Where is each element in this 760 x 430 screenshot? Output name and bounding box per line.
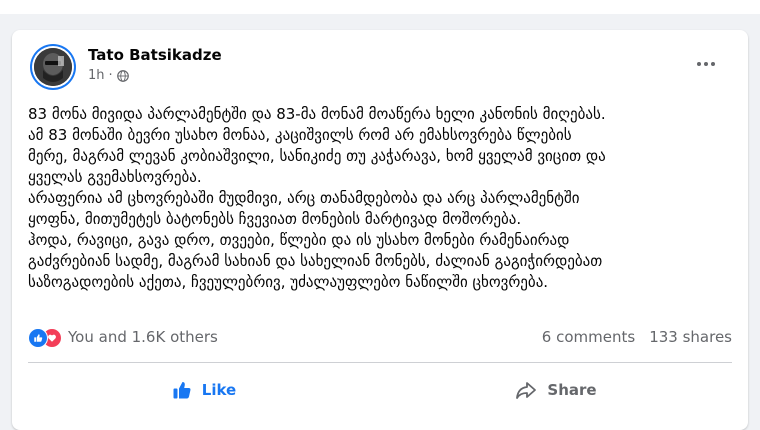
thumbs-up-icon: [173, 381, 191, 399]
post-header: Tato Batsikadze 1h ·: [30, 44, 730, 90]
post-line: მერე, მაგრამ ლევან კობიაშვილი, სანიკიძე …: [28, 147, 606, 165]
post-line: არაფერია ამ ცხოვრებაში მუდმივი, არც თანა…: [28, 189, 580, 207]
like-button[interactable]: Like: [28, 368, 380, 412]
profile-photo-icon: [34, 48, 72, 86]
more-options-button[interactable]: [690, 52, 722, 76]
meta-separator: ·: [108, 68, 113, 83]
like-reaction-icon: [28, 328, 48, 348]
avatar-photo: [34, 48, 72, 86]
share-button[interactable]: Share: [380, 368, 732, 412]
post-actions: Like Share: [28, 368, 732, 412]
dot-icon: [704, 62, 708, 66]
post-line: გაძვრებიან სადმე, მაგრამ სახიან და სახელ…: [28, 252, 603, 270]
like-label: Like: [201, 381, 237, 399]
post-line: 83 მონა მივიდა პარლამენტში და 83-მა მონა…: [28, 105, 606, 123]
reaction-summary[interactable]: You and 1.6K others: [68, 328, 218, 346]
share-label: Share: [547, 381, 597, 399]
globe-icon[interactable]: [116, 69, 129, 82]
comments-count[interactable]: 6 comments: [542, 328, 635, 346]
post-line: საზოგადოების აქეთა, ჩვეულებრივ, უძალაუფლ…: [28, 273, 549, 291]
post-line: ჰოდა, რავიცი, გავა დრო, თვეები, წლები და…: [28, 231, 570, 249]
avatar-ring: [32, 46, 74, 88]
post-line: ყველას გვემახსოვრება.: [28, 168, 202, 186]
post-line: ამ 83 მონაში ბევრი უსახო მონაა, კაციშვილ…: [28, 126, 572, 144]
dot-icon: [711, 62, 715, 66]
post-card: Tato Batsikadze 1h · 83 მონა მივიდა პარლ…: [12, 30, 748, 430]
post-meta: 1h ·: [88, 68, 129, 83]
reaction-icons[interactable]: [28, 328, 64, 348]
previous-post-edge: [0, 0, 760, 14]
author-name[interactable]: Tato Batsikadze: [88, 46, 222, 64]
avatar[interactable]: [30, 44, 76, 90]
shares-count[interactable]: 133 shares: [649, 328, 732, 346]
post-time[interactable]: 1h: [88, 68, 105, 83]
reactions-bar: You and 1.6K others 6 comments 133 share…: [28, 328, 732, 350]
dot-icon: [697, 62, 701, 66]
post-body: 83 მონა მივიდა პარლამენტში და 83-მა მონა…: [28, 104, 738, 293]
actions-divider: [28, 362, 732, 363]
post-line: ყოფნა, მითუმეტეს ბატონებს ჩვევიათ მონები…: [28, 210, 522, 228]
engagement-counts: 6 comments 133 shares: [542, 328, 732, 346]
share-arrow-icon: [516, 382, 537, 399]
